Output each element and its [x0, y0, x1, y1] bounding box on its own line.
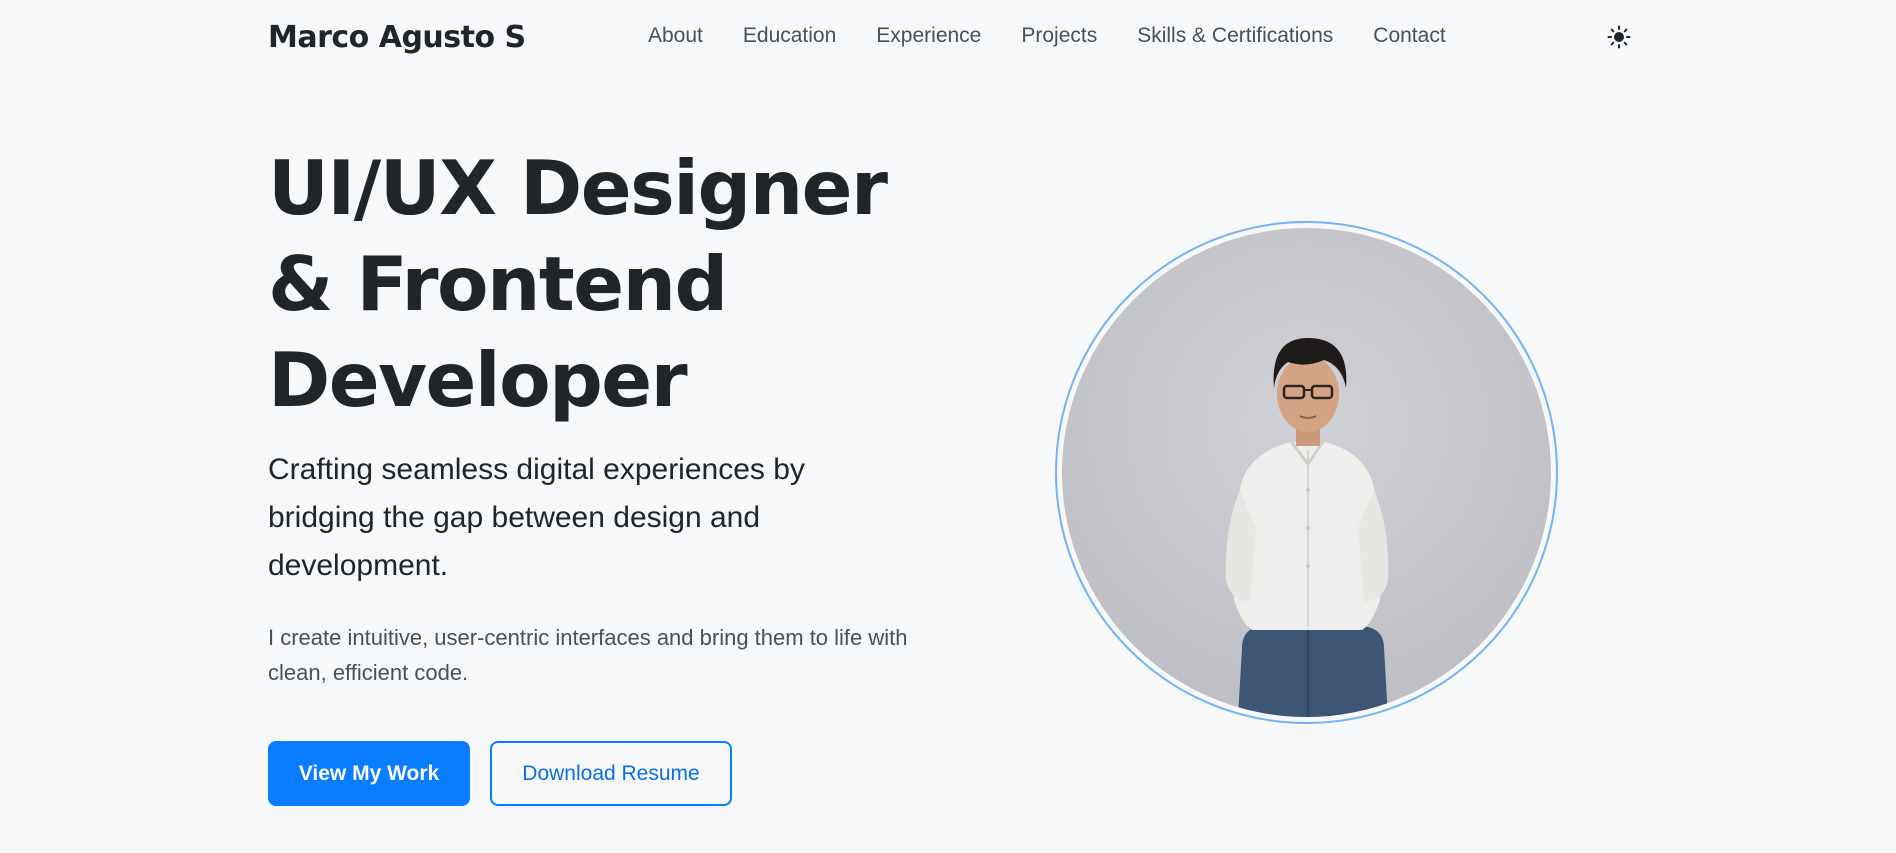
headline-line-1: UI/UX Designer — [268, 144, 888, 232]
headline-line-2: & Frontend — [268, 240, 728, 328]
hero-headline: UI/UX Designer & Frontend Developer — [268, 140, 968, 428]
headline-line-3: Developer — [268, 336, 688, 424]
download-resume-button[interactable]: Download Resume — [490, 741, 732, 806]
nav-link-experience[interactable]: Experience — [876, 24, 981, 48]
sun-icon — [1607, 25, 1631, 53]
brand-name[interactable]: Marco Agusto S — [268, 20, 526, 55]
nav-link-projects[interactable]: Projects — [1021, 24, 1097, 48]
theme-toggle-button[interactable] — [1604, 24, 1634, 54]
main-nav: About Education Experience Projects Skil… — [648, 24, 1446, 48]
hero-tagline: Crafting seamless digital experiences by… — [268, 453, 805, 582]
nav-link-contact[interactable]: Contact — [1373, 24, 1445, 48]
view-my-work-button[interactable]: View My Work — [268, 741, 470, 806]
nav-link-about[interactable]: About — [648, 24, 703, 48]
profile-photo — [1062, 228, 1551, 717]
nav-link-education[interactable]: Education — [743, 24, 836, 48]
profile-photo-frame — [1055, 221, 1558, 724]
hero-lead: I create intuitive, user-centric interfa… — [268, 625, 908, 685]
nav-link-skills-certifications[interactable]: Skills & Certifications — [1137, 24, 1333, 48]
portfolio-page: Marco Agusto S About Education Experienc… — [0, 0, 1896, 853]
